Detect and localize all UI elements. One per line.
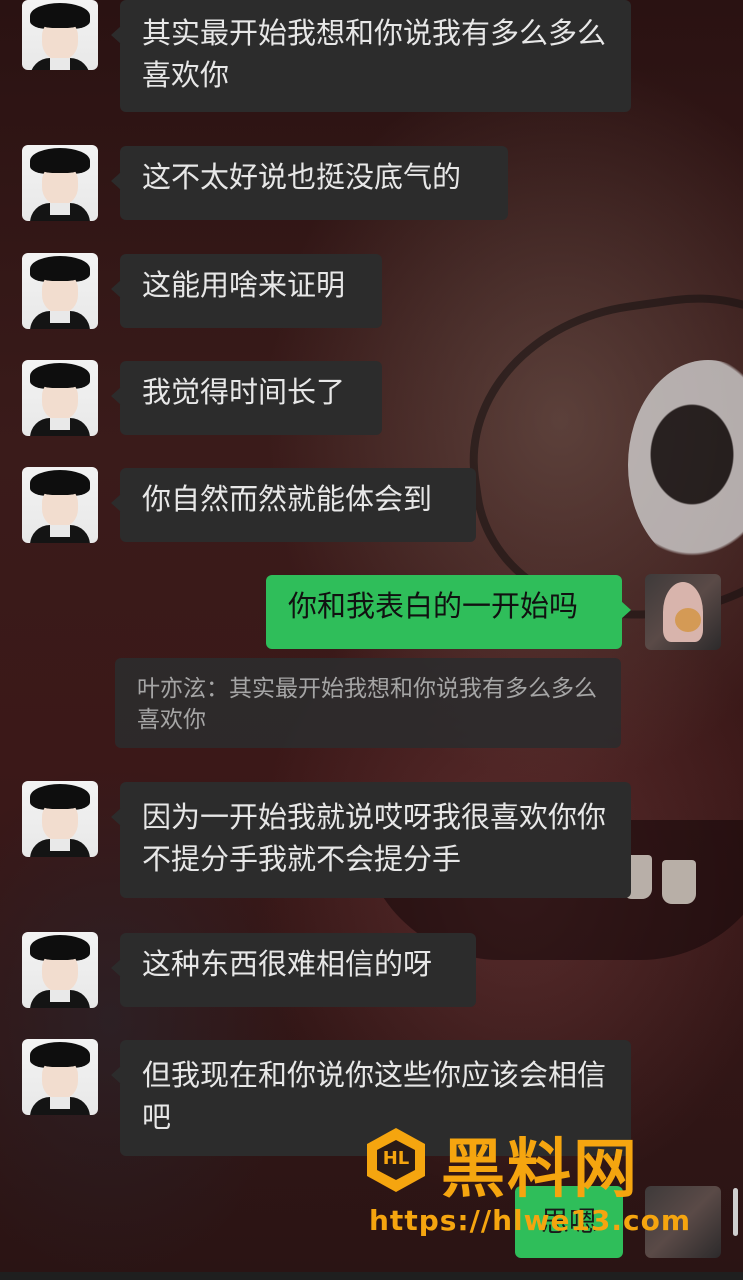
contact-avatar[interactable] bbox=[22, 781, 98, 857]
bottom-bar bbox=[0, 1272, 743, 1280]
quoted-text: 叶亦泫：其实最开始我想和你说我有多么多么喜欢你 bbox=[137, 676, 597, 733]
contact-avatar[interactable] bbox=[22, 467, 98, 543]
contact-avatar[interactable] bbox=[22, 145, 98, 221]
message-text: 这种东西很难相信的呀 bbox=[142, 947, 433, 981]
quoted-message[interactable]: 叶亦泫：其实最开始我想和你说我有多么多么喜欢你 bbox=[115, 658, 621, 748]
watermark-title: 黑料网 bbox=[441, 1133, 639, 1207]
message-bubble[interactable]: 这能用啥来证明 bbox=[111, 254, 382, 328]
contact-avatar[interactable] bbox=[22, 1039, 98, 1115]
message-bubble[interactable]: 你自然而然就能体会到 bbox=[111, 468, 476, 542]
contact-avatar[interactable] bbox=[22, 932, 98, 1008]
contact-avatar[interactable] bbox=[22, 0, 98, 70]
watermark-url: https://hlwe13.com bbox=[369, 1204, 692, 1237]
my-avatar[interactable] bbox=[645, 574, 721, 650]
watermark: HL 黑料网 https://hlwe13.com bbox=[365, 1126, 735, 1276]
message-bubble[interactable]: 我觉得时间长了 bbox=[111, 361, 382, 435]
message-text: 我觉得时间长了 bbox=[142, 375, 346, 409]
message-text: 这能用啥来证明 bbox=[142, 268, 346, 302]
message-text: 其实最开始我想和你说我有多么多么喜欢你 bbox=[142, 16, 607, 92]
watermark-logo-text: HL bbox=[382, 1148, 410, 1169]
message-bubble[interactable]: 其实最开始我想和你说我有多么多么喜欢你 bbox=[111, 0, 631, 112]
message-bubble[interactable]: 这种东西很难相信的呀 bbox=[111, 933, 476, 1007]
message-bubble[interactable]: 因为一开始我就说哎呀我很喜欢你你不提分手我就不会提分手 bbox=[111, 782, 631, 898]
message-text: 因为一开始我就说哎呀我很喜欢你你不提分手我就不会提分手 bbox=[142, 800, 607, 876]
my-message-bubble[interactable]: 你和我表白的一开始吗 bbox=[266, 575, 631, 649]
contact-avatar[interactable] bbox=[22, 360, 98, 436]
message-text: 这不太好说也挺没底气的 bbox=[142, 160, 462, 194]
message-text: 你自然而然就能体会到 bbox=[142, 482, 433, 516]
message-text: 你和我表白的一开始吗 bbox=[288, 589, 579, 623]
message-bubble[interactable]: 这不太好说也挺没底气的 bbox=[111, 146, 508, 220]
watermark-logo-icon: HL bbox=[367, 1128, 425, 1192]
contact-avatar[interactable] bbox=[22, 253, 98, 329]
